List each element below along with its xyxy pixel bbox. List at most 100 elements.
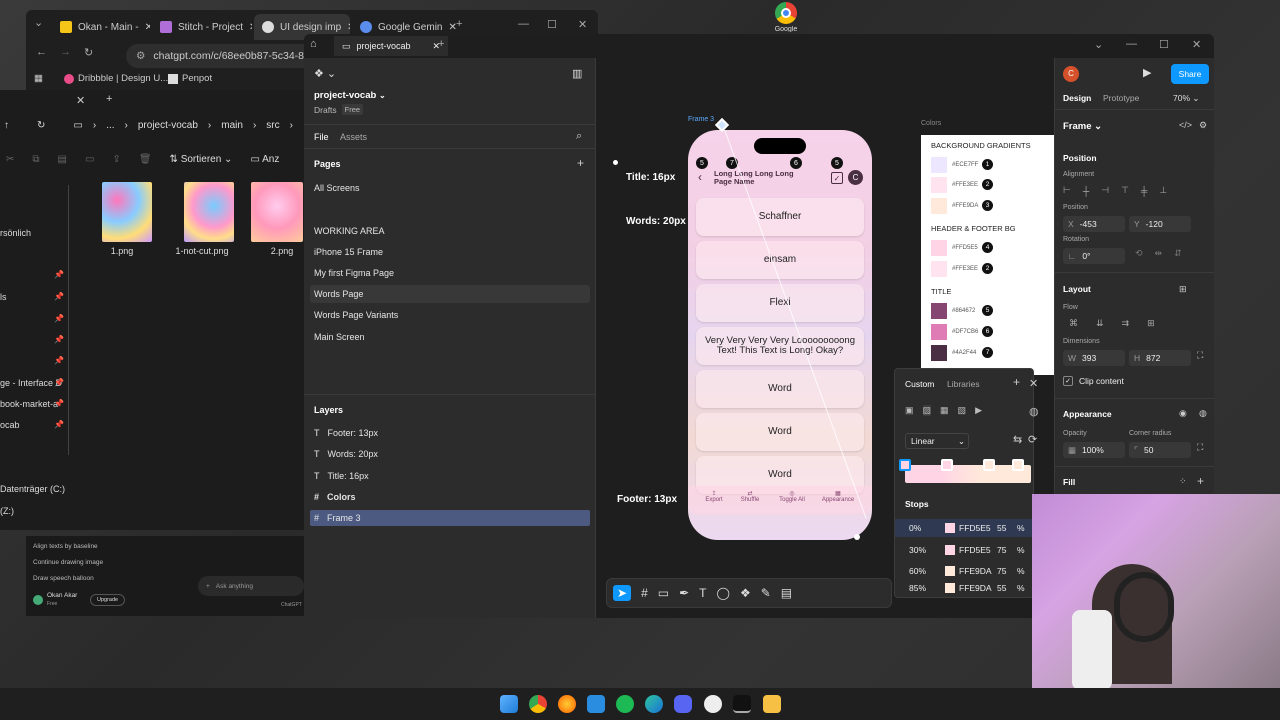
reload-icon[interactable]: ↻ xyxy=(84,46,93,59)
checkbox-icon[interactable]: ✓ xyxy=(831,172,843,184)
rename-icon[interactable]: ▭ xyxy=(85,154,94,165)
tab-design[interactable]: Design xyxy=(1063,93,1091,103)
page-item[interactable]: Words Page Variants xyxy=(314,310,398,320)
gradient-stop-handle[interactable] xyxy=(941,459,953,471)
footer-note[interactable]: Footer: 13px xyxy=(617,494,677,505)
tab-assets[interactable]: Assets xyxy=(340,132,367,142)
back-arrow-icon[interactable]: ‹ xyxy=(698,170,702,184)
flip-vertical-icon[interactable]: ⇵ xyxy=(1174,248,1182,259)
linear-fill-icon[interactable]: ▨ xyxy=(922,405,932,416)
blend-icon[interactable]: ◍ xyxy=(1029,405,1039,418)
grid-flow-icon[interactable]: ⊞ xyxy=(1147,318,1155,329)
title-note[interactable]: Title: 16px xyxy=(626,172,675,183)
tab-prototype[interactable]: Prototype xyxy=(1103,93,1139,103)
layer-item[interactable]: T Footer: 13px xyxy=(314,428,378,438)
panel-toggle-icon[interactable]: ▥ xyxy=(572,67,582,80)
close-icon[interactable]: ✕ xyxy=(76,94,85,107)
stop-hex[interactable]: FFD5E5 xyxy=(959,523,991,533)
words-note[interactable]: Words: 20px xyxy=(626,216,686,227)
align-bottom-icon[interactable]: ⊥ xyxy=(1159,185,1167,196)
breadcrumb-item[interactable]: main xyxy=(221,120,243,131)
solid-fill-icon[interactable]: ▣ xyxy=(905,405,914,416)
chat-history-item[interactable]: Draw speech balloon xyxy=(33,575,94,582)
refresh-icon[interactable]: ↻ xyxy=(37,120,45,131)
constrain-proportions-icon[interactable]: ⛶ xyxy=(1197,350,1203,361)
tab-custom[interactable]: Custom xyxy=(905,379,934,389)
gradient-type-select[interactable]: Linear ⌄ xyxy=(905,433,969,449)
home-icon[interactable]: ⌂ xyxy=(310,38,317,50)
color-swatch[interactable] xyxy=(931,240,947,256)
word-card[interactable]: Schaffner xyxy=(696,198,864,236)
pen-tool-icon[interactable]: ✒ xyxy=(679,586,689,600)
corner-radius-input[interactable]: ⌜ 50 xyxy=(1129,442,1191,458)
play-icon[interactable]: ▶ xyxy=(1143,66,1151,79)
word-card[interactable]: Flexi xyxy=(696,284,864,322)
align-right-icon[interactable]: ⊣ xyxy=(1101,185,1109,196)
chrome-icon[interactable] xyxy=(529,695,547,713)
cut-icon[interactable]: ✂ xyxy=(6,154,14,165)
colors-frame-label[interactable]: Colors xyxy=(921,120,941,127)
desktop-chrome-shortcut[interactable]: Google xyxy=(772,2,800,32)
color-swatch[interactable] xyxy=(931,324,947,340)
close-icon[interactable]: ✕ xyxy=(347,22,350,33)
color-swatch[interactable] xyxy=(931,177,947,193)
video-fill-icon[interactable]: ▶ xyxy=(975,405,982,416)
radial-fill-icon[interactable]: ▦ xyxy=(940,405,949,416)
frame-tool-icon[interactable]: # xyxy=(641,586,648,600)
align-middle-icon[interactable]: ╪ xyxy=(1141,186,1147,196)
stop-row[interactable]: 60% FFE9DA 75 % xyxy=(895,562,1055,580)
align-center-icon[interactable]: ┼ xyxy=(1083,186,1089,196)
up-arrow-icon[interactable]: ↑ xyxy=(4,120,9,131)
styles-icon[interactable]: ⁘ xyxy=(1179,476,1187,487)
search-icon[interactable]: ⌕ xyxy=(576,130,582,143)
tab-file[interactable]: File xyxy=(314,132,329,142)
horizontal-flow-icon[interactable]: ⇉ xyxy=(1122,318,1130,329)
stop-swatch[interactable] xyxy=(945,583,955,593)
height-input[interactable]: H 872 xyxy=(1129,350,1191,366)
footer-toggle-all[interactable]: ◎ Toggle All xyxy=(772,490,812,503)
independent-corners-icon[interactable]: ⛶ xyxy=(1197,442,1203,453)
settings-icon[interactable]: ⚙ xyxy=(1199,120,1207,131)
page-item[interactable]: Main Screen xyxy=(314,332,365,342)
align-top-icon[interactable]: ⊤ xyxy=(1121,185,1129,196)
frame-label[interactable]: Frame 3 xyxy=(688,116,714,123)
stop-position[interactable]: 0% xyxy=(909,523,921,533)
width-input[interactable]: W 393 xyxy=(1063,350,1125,366)
close-icon[interactable]: ✕ xyxy=(249,22,252,33)
text-tool-icon[interactable]: T xyxy=(699,586,706,600)
site-info-icon[interactable]: ⚙ xyxy=(136,50,145,62)
gradient-stop-handle[interactable] xyxy=(1012,459,1024,471)
avatar[interactable]: C xyxy=(1063,66,1079,82)
phone-frame[interactable]: 5 7 6 5 ‹ Long Long Long Long Page Name … xyxy=(688,130,872,540)
file-thumbnail[interactable] xyxy=(184,182,234,242)
frame-type-select[interactable]: Frame ⌄ xyxy=(1063,121,1102,132)
layer-item[interactable]: # Colors xyxy=(314,492,356,502)
discord-icon[interactable] xyxy=(674,695,692,713)
new-tab-button[interactable]: + xyxy=(106,93,112,105)
plus-icon[interactable]: + xyxy=(206,583,210,590)
rotate-icon[interactable]: ⟳ xyxy=(1028,433,1037,446)
align-left-icon[interactable]: ⊢ xyxy=(1063,185,1071,196)
components-icon[interactable]: ❖ xyxy=(740,586,751,600)
stop-row[interactable]: 85% FFE9DA 55 % xyxy=(895,581,1055,599)
sort-button[interactable]: ⇅ Sortieren ⌄ xyxy=(170,154,233,165)
delete-icon[interactable]: 🗑 xyxy=(139,154,152,165)
ask-input[interactable]: + Ask anything xyxy=(198,576,304,596)
github-desktop-icon[interactable] xyxy=(704,695,722,713)
footer-export[interactable]: ⇪ Export xyxy=(702,490,726,503)
word-card[interactable]: einsam xyxy=(696,241,864,279)
gradient-stop-handle[interactable] xyxy=(983,459,995,471)
drive-item[interactable]: Datenträger (C:) xyxy=(0,484,66,494)
color-swatch[interactable] xyxy=(931,198,947,214)
bookmark-item[interactable]: Dribbble | Design U... xyxy=(64,73,168,84)
maximize-button[interactable]: ☐ xyxy=(547,18,557,31)
firefox-icon[interactable] xyxy=(558,695,576,713)
stop-opacity[interactable]: 55 xyxy=(997,583,1006,593)
stop-position[interactable]: 30% xyxy=(909,545,926,555)
file-thumbnail[interactable] xyxy=(251,182,303,242)
breadcrumb-item[interactable]: project-vocab xyxy=(138,120,198,131)
dev-mode-icon[interactable]: ▤ xyxy=(781,586,792,600)
vscode-icon[interactable] xyxy=(587,695,605,713)
add-icon[interactable]: + xyxy=(1013,375,1020,389)
stop-row[interactable]: 30% FFD5E5 75 % xyxy=(895,541,1055,559)
